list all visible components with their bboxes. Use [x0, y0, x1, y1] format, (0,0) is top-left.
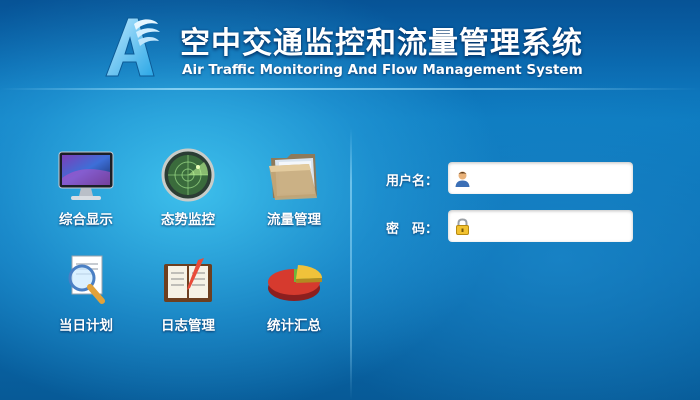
user-icon [455, 171, 470, 187]
password-input[interactable] [476, 210, 626, 242]
radar-icon [161, 148, 215, 202]
header-divider [0, 88, 700, 90]
module-label: 综合显示 [59, 212, 113, 228]
module-label: 统计汇总 [267, 318, 321, 334]
password-field[interactable] [448, 210, 633, 242]
pie-chart-icon [268, 265, 323, 301]
a-wing-logo-icon [98, 14, 164, 80]
monitor-icon [58, 151, 114, 200]
module-comprehensive-display[interactable]: 综合显示 [36, 150, 136, 240]
module-daily-plan[interactable]: 当日计划 [36, 254, 136, 344]
module-label: 流量管理 [267, 212, 321, 228]
module-label: 态势监控 [161, 212, 215, 228]
system-title-en: Air Traffic Monitoring And Flow Manageme… [182, 62, 583, 78]
folder-icon [269, 154, 317, 200]
document-search-icon [68, 255, 105, 304]
username-input[interactable] [476, 162, 626, 194]
module-label: 日志管理 [161, 318, 215, 334]
username-label: 用户名： [386, 174, 439, 189]
username-field[interactable] [448, 162, 633, 194]
lock-icon [456, 218, 469, 235]
module-log-management[interactable]: 日志管理 [138, 254, 238, 344]
module-situation-monitoring[interactable]: 态势监控 [138, 148, 238, 238]
module-label: 当日计划 [59, 318, 113, 334]
panel-divider [350, 128, 352, 400]
log-book-icon [164, 258, 212, 302]
module-flow-management[interactable]: 流量管理 [244, 148, 344, 238]
module-statistics-summary[interactable]: 统计汇总 [244, 254, 344, 344]
login-screen: 空中交通监控和流量管理系统 Air Traffic Monitoring And… [0, 0, 700, 400]
system-title-cn: 空中交通监控和流量管理系统 [180, 26, 583, 61]
password-label: 密 码： [386, 222, 439, 237]
